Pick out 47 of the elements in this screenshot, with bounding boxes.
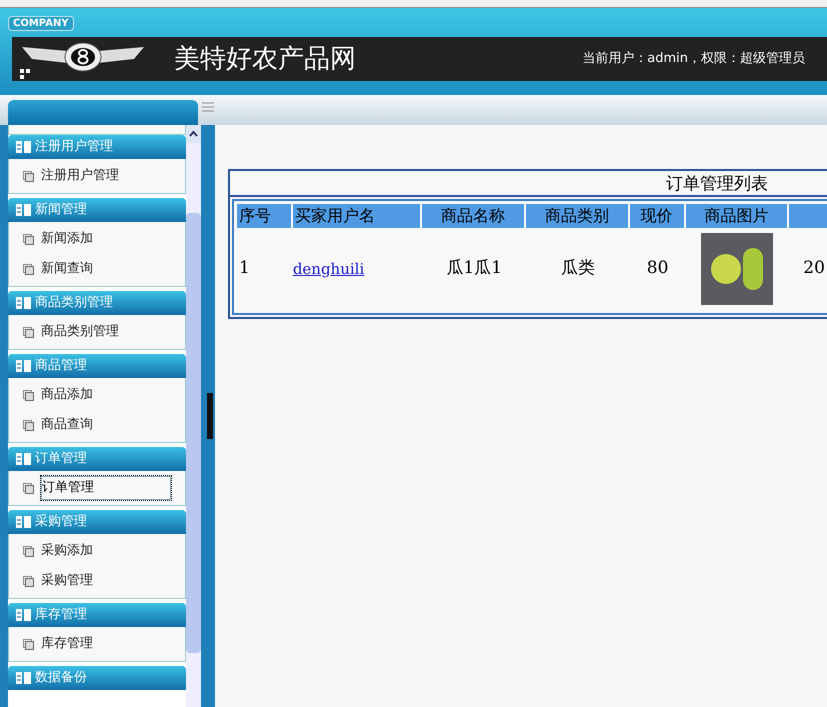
- table-cell-text: 20: [803, 257, 825, 280]
- section-title: 新闻管理: [35, 201, 87, 220]
- table-title: 订单管理列表: [230, 171, 827, 197]
- table-cell-text: 1: [238, 257, 250, 280]
- section-title: 库存管理: [35, 606, 87, 624]
- document-icon: [23, 326, 34, 338]
- section-title: 商品类别管理: [35, 294, 113, 312]
- panel-icon: [16, 453, 31, 465]
- panel-icon: [16, 297, 31, 309]
- scrollbar[interactable]: [186, 125, 201, 707]
- menu-item[interactable]: 订单管理: [41, 476, 171, 500]
- panel-icon: [16, 360, 31, 372]
- panel-icon: [16, 672, 31, 684]
- menu-item[interactable]: 库存管理: [41, 633, 93, 655]
- section-title: 采购管理: [35, 513, 87, 532]
- current-user-info: 当前用户：admin，权限：超级管理员: [582, 50, 805, 68]
- panel-icon: [16, 609, 31, 621]
- document-icon: [23, 390, 34, 400]
- table-cell-text: 瓜类: [560, 257, 595, 280]
- document-icon: [23, 576, 34, 586]
- document-icon: [23, 482, 34, 494]
- document-icon: [23, 234, 34, 244]
- document-icon: [23, 638, 34, 650]
- menu-item[interactable]: 商品查询: [41, 414, 93, 436]
- site-title: 美特好农产品网: [174, 42, 356, 76]
- panel-icon: [16, 204, 31, 216]
- buyer-link[interactable]: denghuili: [292, 258, 364, 280]
- menu-item[interactable]: 商品添加: [41, 384, 93, 406]
- collapse-handle[interactable]: [207, 393, 213, 439]
- section-title: 订单管理: [35, 450, 87, 468]
- menu-item[interactable]: 采购管理: [41, 570, 93, 592]
- document-icon: [23, 264, 34, 274]
- document-icon: [23, 420, 34, 430]
- panel-icon: [16, 141, 31, 153]
- menu-item[interactable]: 新闻查询: [41, 258, 93, 280]
- section-title: 注册用户管理: [35, 138, 113, 156]
- section-title: 数据备份: [35, 669, 87, 688]
- panel-icon: [16, 516, 31, 528]
- company-badge: COMPANY: [8, 16, 74, 31]
- document-icon: [23, 170, 34, 182]
- document-icon: [23, 546, 34, 556]
- table-cell-text: 瓜1瓜1: [446, 257, 502, 280]
- menu-item[interactable]: 新闻添加: [41, 228, 93, 250]
- menu-item[interactable]: 采购添加: [41, 540, 93, 562]
- scroll-up-icon[interactable]: [186, 125, 201, 143]
- table-cell-text: 80: [646, 257, 668, 280]
- section-title: 商品管理: [35, 357, 87, 376]
